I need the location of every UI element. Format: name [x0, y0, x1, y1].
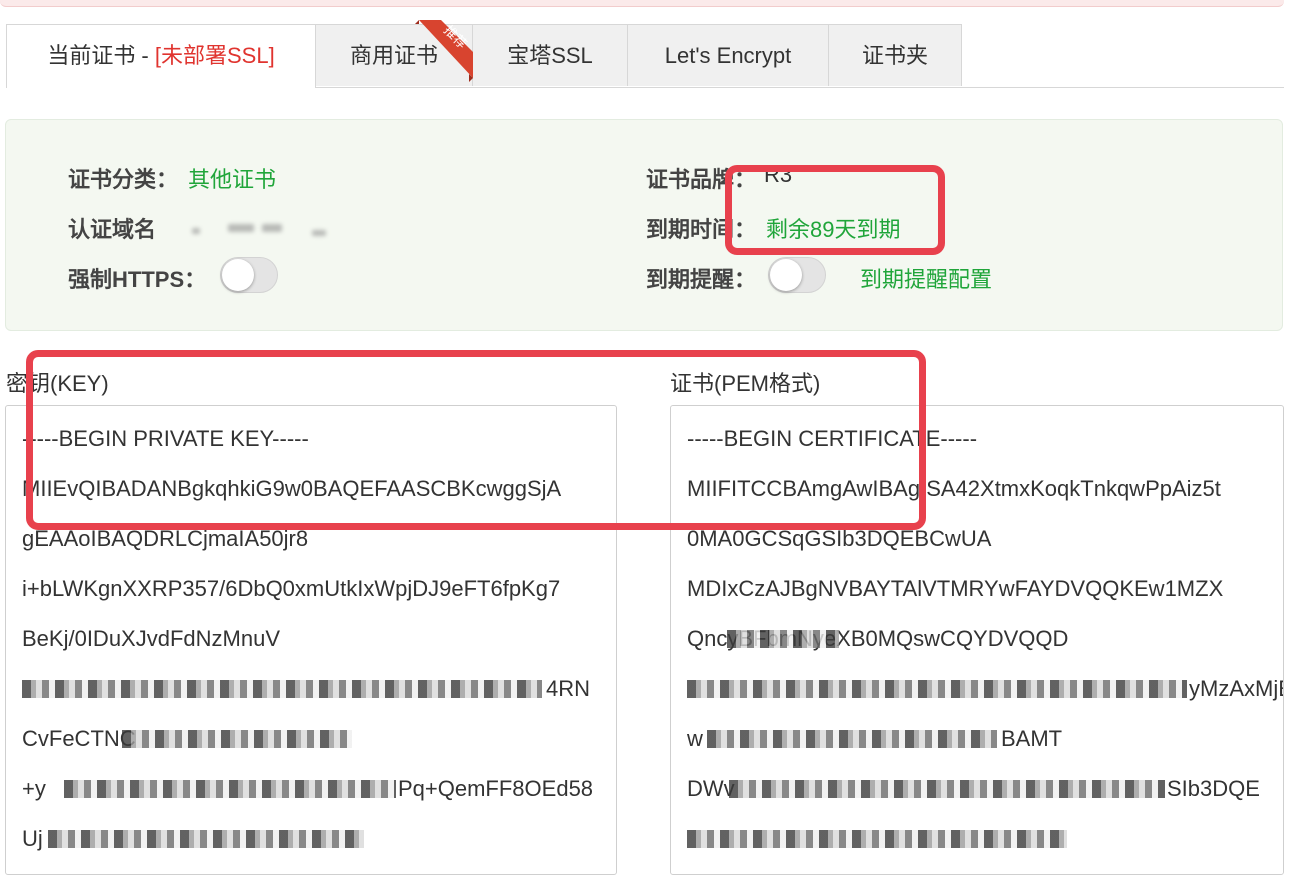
key-line: Pq+QemFF8OEd58 [398, 776, 594, 801]
cert-line: SIb3DQE [1167, 776, 1260, 801]
cert-brand-label: 证书品牌： [646, 167, 757, 192]
tab-cert-folder[interactable]: 证书夹 [828, 24, 962, 86]
tab-commercial-cert-label: 商用证书 [349, 43, 438, 68]
cert-line: 0MA0GCSqGSIb3DQEBCwUA [687, 526, 992, 551]
expire-time-value: 剩余89天到期 [766, 217, 901, 242]
key-line: BeKj/0IDuXJvdFdNzMnuV [22, 626, 280, 651]
ssl-tabs: 当前证书 - [未部署SSL] 商用证书 宝塔SSL Let's Encrypt… [6, 24, 1284, 88]
cert-category-label: 证书分类： [68, 167, 179, 192]
cert-title: 证书(PEM格式) [670, 371, 821, 396]
cert-domain-label: 认证域名 [68, 217, 157, 242]
cert-line: -----BEGIN CERTIFICATE----- [687, 426, 978, 451]
tab-lets-encrypt-label: Let's Encrypt [664, 43, 792, 68]
cert-line: BAMT [1001, 726, 1063, 751]
redacted-text [687, 830, 1067, 848]
redacted-text [64, 780, 396, 798]
key-line: 4RN [546, 676, 591, 701]
cert-line: yMzAxMjE [1189, 676, 1284, 701]
toggle-knob [770, 259, 802, 291]
key-line: MIIEvQIBADANBgkqhkiG9w0BAQEFAASCBKcwggSj… [22, 476, 562, 501]
tab-current-cert[interactable]: 当前证书 - [未部署SSL] [6, 24, 316, 88]
expire-time-label: 到期时间： [646, 217, 757, 242]
redacted-text [22, 680, 542, 698]
tab-commercial-cert[interactable]: 商用证书 [315, 24, 473, 86]
cert-line: DWv [687, 776, 735, 801]
cert-line: w [687, 726, 703, 751]
force-https-label: 强制HTTPS： [68, 267, 207, 292]
tab-baota-ssl-label: 宝塔SSL [507, 43, 593, 68]
force-https-toggle[interactable] [220, 257, 278, 293]
tab-cert-folder-label: 证书夹 [861, 43, 928, 68]
toggle-knob [222, 259, 254, 291]
redacted-text [727, 630, 839, 648]
cert-category-value: 其他证书 [188, 167, 277, 192]
expire-remind-label: 到期提醒： [646, 267, 757, 292]
tab-current-cert-status: [未部署SSL] [154, 43, 275, 68]
redacted-text [48, 830, 364, 848]
cert-brand-value: R3 [764, 162, 793, 187]
cert-info-panel: 证书分类： 其他证书 认证域名 强制HTTPS： 证书品牌： R3 到期时间： … [5, 119, 1283, 331]
key-title: 密钥(KEY) [6, 371, 109, 396]
tab-current-cert-label: 当前证书 - [47, 43, 155, 68]
redacted-text [707, 730, 997, 748]
key-line: i+bLWKgnXXRP357/6DbQ0xmUtkIxWpjDJ9eFT6fp… [22, 576, 561, 601]
cert-line: MDIxCzAJBgNVBAYTAlVTMRYwFAYDVQQKEw1MZX [687, 576, 1224, 601]
key-line: CvFeCTNC [22, 726, 136, 751]
key-line: gEAAoIBAQDRLCjmaIA50jr8 [22, 526, 309, 551]
certificate-textarea[interactable]: -----BEGIN CERTIFICATE----- MIIFITCCBAmg… [670, 405, 1284, 875]
key-line: Uj [22, 826, 43, 851]
redacted-text [729, 780, 1165, 798]
key-line: +y [22, 776, 46, 801]
expire-remind-toggle[interactable] [768, 257, 826, 293]
redacted-text [122, 730, 352, 748]
cert-line: MIIFITCCBAmgAwIBAgISA42XtmxKoqkTnkqwPpAi… [687, 476, 1221, 501]
key-line: -----BEGIN PRIVATE KEY----- [22, 426, 309, 451]
top-alert-bar [0, 0, 1284, 7]
expire-remind-config-link[interactable]: 到期提醒配置 [860, 262, 992, 294]
redacted-text [687, 680, 1187, 698]
private-key-textarea[interactable]: -----BEGIN PRIVATE KEY----- MIIEvQIBADAN… [5, 405, 617, 875]
tab-lets-encrypt[interactable]: Let's Encrypt [627, 24, 829, 86]
tab-baota-ssl[interactable]: 宝塔SSL [472, 24, 628, 86]
